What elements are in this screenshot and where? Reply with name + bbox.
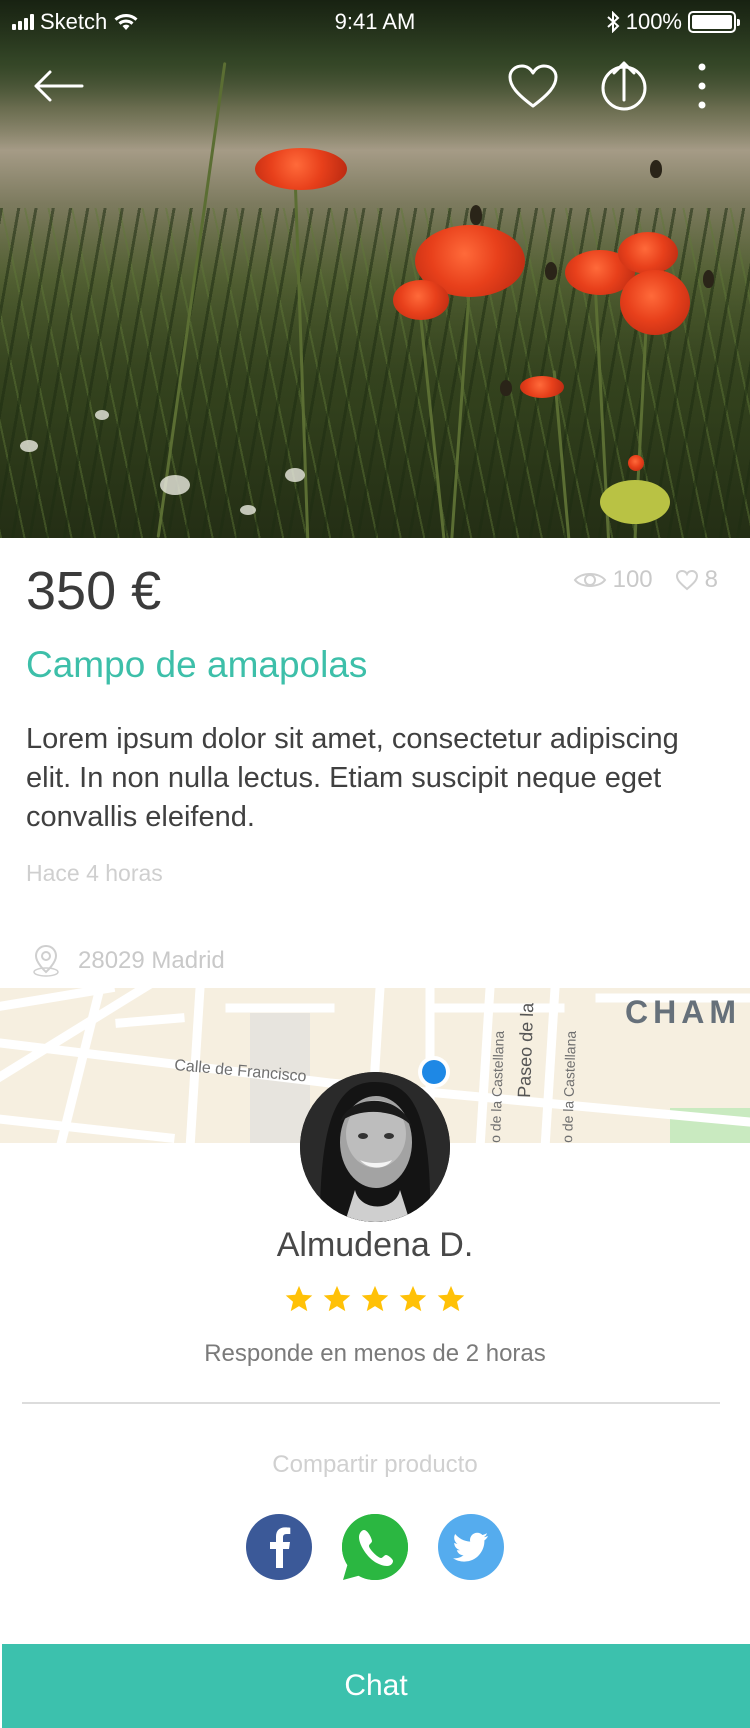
product-description: Lorem ipsum dolor sit amet, consectetur … <box>26 723 679 833</box>
photo-poppy <box>255 148 347 190</box>
location-pin-icon <box>33 944 59 977</box>
heart-small-icon <box>675 569 698 591</box>
location-label: 28029 Madrid <box>78 947 225 974</box>
photo-bud <box>545 262 557 280</box>
photo-bud <box>470 205 482 225</box>
photo-bud <box>650 160 662 178</box>
share-label: Compartir producto <box>272 1451 478 1478</box>
likes-count: 8 <box>704 566 718 593</box>
twitter-icon <box>453 1532 488 1562</box>
avatar-portrait <box>300 1072 450 1222</box>
photo-white-flower <box>285 468 305 482</box>
posted-time: Hace 4 horas <box>26 860 163 886</box>
photo-poppy <box>620 270 690 335</box>
facebook-share-button[interactable] <box>246 1514 312 1580</box>
seller-rating <box>0 1284 750 1314</box>
product-photo[interactable]: Sketch 9:41 AM 100% <box>0 0 750 538</box>
whatsapp-icon <box>342 1514 408 1580</box>
photo-white-flower <box>95 410 109 420</box>
status-bar: Sketch 9:41 AM 100% <box>0 0 750 44</box>
star-icon <box>399 1285 427 1312</box>
star-icon <box>323 1285 351 1312</box>
photo-poppy <box>520 376 564 398</box>
chat-button[interactable]: Chat <box>2 1644 750 1728</box>
seller-response-time: Responde en menos de 2 horas <box>204 1340 546 1367</box>
back-button[interactable] <box>30 58 86 114</box>
share-buttons <box>0 1514 750 1580</box>
photo-white-flower <box>20 440 38 452</box>
map-label-avenue: Paseo de la <box>514 1001 537 1098</box>
seller-name[interactable]: Almudena D. <box>0 1226 750 1265</box>
share-button[interactable] <box>596 58 652 114</box>
product-title: Campo de amapolas <box>26 644 368 685</box>
views-stat: 100 <box>573 566 653 594</box>
status-right: 100% <box>606 9 740 35</box>
product-stats: 100 8 <box>573 566 718 594</box>
photo-bud <box>703 270 714 288</box>
share-upload-icon <box>601 61 647 111</box>
section-divider <box>22 1402 720 1404</box>
photo-white-flower <box>240 505 256 515</box>
star-icon <box>285 1285 313 1312</box>
star-icon <box>437 1285 465 1312</box>
heart-outline-icon <box>508 64 558 108</box>
product-location: 28029 Madrid <box>30 944 225 978</box>
battery-icon <box>688 11 740 33</box>
eye-icon <box>573 573 606 587</box>
favorite-button[interactable] <box>505 58 561 114</box>
photo-poppy <box>628 455 644 471</box>
photo-poppy <box>393 280 449 320</box>
views-count: 100 <box>612 566 653 593</box>
seller-avatar[interactable] <box>300 1072 450 1222</box>
more-vertical-icon <box>698 63 706 109</box>
battery-percent: 100% <box>625 9 682 34</box>
bluetooth-icon <box>607 11 620 33</box>
photo-poppy <box>618 232 678 274</box>
map-label-area: CHAM <box>625 994 741 1030</box>
product-price: 350 € <box>26 561 162 621</box>
arrow-left-icon <box>34 70 84 102</box>
map-pin-icon <box>422 1060 446 1084</box>
twitter-share-button[interactable] <box>438 1514 504 1580</box>
facebook-icon <box>270 1527 291 1568</box>
star-icon <box>361 1285 389 1312</box>
more-options-button[interactable] <box>674 58 730 114</box>
whatsapp-share-button[interactable] <box>342 1514 408 1580</box>
photo-white-flower <box>160 475 190 495</box>
photo-bud <box>500 380 512 396</box>
likes-stat: 8 <box>675 566 718 594</box>
photo-leaf <box>600 480 670 524</box>
